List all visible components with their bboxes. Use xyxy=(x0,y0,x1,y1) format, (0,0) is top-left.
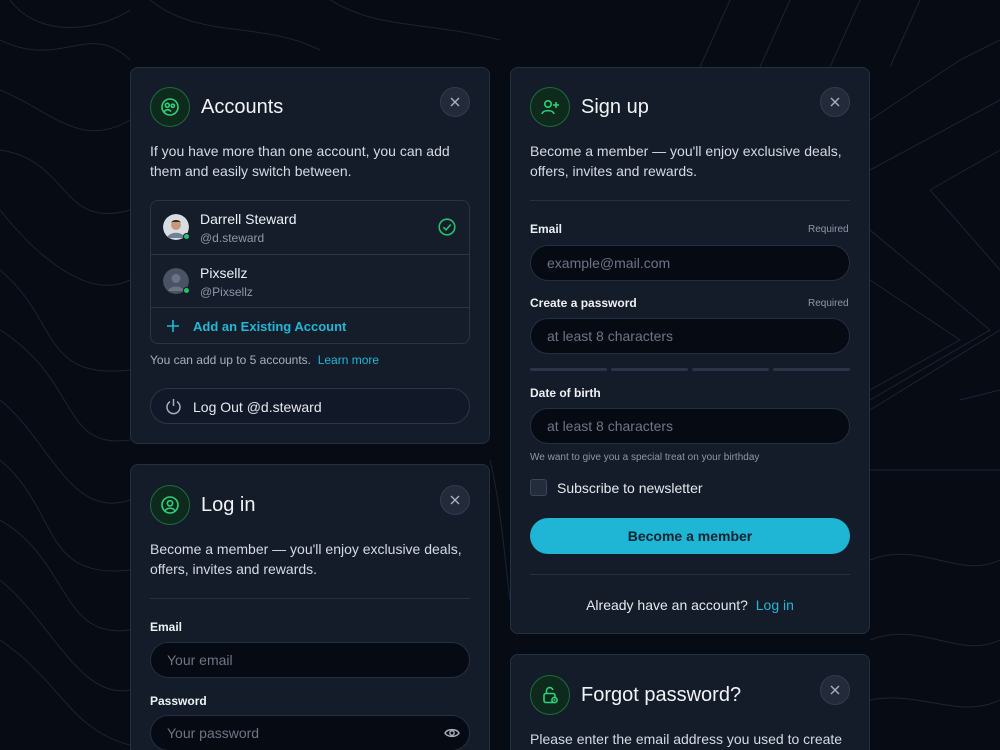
logout-button[interactable]: Log Out @d.steward xyxy=(150,388,470,424)
accounts-card: Accounts If you have more than one accou… xyxy=(130,67,490,444)
user-icon xyxy=(150,485,190,525)
online-status-dot xyxy=(183,233,190,240)
strength-segment xyxy=(611,368,688,371)
dob-hint: We want to give you a special treat on y… xyxy=(530,452,760,463)
divider xyxy=(530,574,850,575)
add-user-icon xyxy=(530,87,570,127)
newsletter-label: Subscribe to newsletter xyxy=(557,480,703,496)
login-description: Become a member — you'll enjoy exclusive… xyxy=(150,541,462,577)
email-label: Email xyxy=(530,222,563,236)
forgot-description: Please enter the email address you used … xyxy=(530,731,843,747)
email-input[interactable] xyxy=(150,642,470,678)
forgot-title: Forgot password? xyxy=(581,684,742,706)
submit-label: Become a member xyxy=(627,528,753,544)
accounts-title: Accounts xyxy=(201,96,284,118)
divider xyxy=(150,598,470,599)
password-label: Create a password xyxy=(530,296,637,310)
close-icon xyxy=(450,495,460,505)
close-button[interactable] xyxy=(440,485,470,515)
password-label: Password xyxy=(150,694,207,708)
divider xyxy=(530,200,850,201)
account-item[interactable]: Pixsellz @Pixsellz xyxy=(151,254,469,308)
password-input[interactable] xyxy=(150,715,470,750)
lock-icon xyxy=(530,675,570,715)
login-link[interactable]: Log in xyxy=(756,597,794,613)
login-card: Log in Become a member — you'll enjoy ex… xyxy=(130,464,490,750)
close-button[interactable] xyxy=(820,675,850,705)
signup-title: Sign up xyxy=(581,96,649,118)
power-icon xyxy=(166,399,181,415)
email-input[interactable] xyxy=(530,245,850,281)
account-handle: @d.steward xyxy=(200,231,265,245)
learn-more-link[interactable]: Learn more xyxy=(318,353,379,367)
accounts-description: If you have more than one account, you c… xyxy=(150,143,450,179)
logout-label: Log Out @d.steward xyxy=(193,399,322,415)
signup-card: Sign up Become a member — you'll enjoy e… xyxy=(510,67,870,634)
close-icon xyxy=(450,97,460,107)
close-button[interactable] xyxy=(440,87,470,117)
add-account-button[interactable]: Add an Existing Account xyxy=(151,307,469,344)
strength-segment xyxy=(530,368,607,371)
close-button[interactable] xyxy=(820,87,850,117)
dob-input[interactable] xyxy=(530,408,850,444)
required-indicator: Required xyxy=(808,224,849,235)
account-limit-note: You can add up to 5 accounts. Learn more xyxy=(150,353,380,367)
account-handle: @Pixsellz xyxy=(200,285,253,299)
login-title: Log in xyxy=(201,494,256,516)
email-label: Email xyxy=(150,620,183,634)
close-icon xyxy=(830,685,840,695)
online-status-dot xyxy=(183,287,190,294)
required-indicator: Required xyxy=(808,298,849,309)
close-icon xyxy=(830,97,840,107)
account-name: Darrell Steward xyxy=(200,211,297,227)
dob-label: Date of birth xyxy=(530,386,601,400)
signup-footer: Already have an account? Log in xyxy=(586,597,794,613)
strength-segment xyxy=(692,368,769,371)
newsletter-checkbox[interactable] xyxy=(530,479,547,496)
add-account-label: Add an Existing Account xyxy=(193,319,347,334)
strength-segment xyxy=(773,368,850,371)
check-circle-icon xyxy=(438,218,456,236)
account-list: Darrell Steward @d.steward Pixsellz @Pix… xyxy=(150,200,470,344)
account-switch-icon xyxy=(150,87,190,127)
become-member-button[interactable]: Become a member xyxy=(530,518,850,554)
forgot-password-card: Forgot password? Please enter the email … xyxy=(510,654,870,750)
plus-icon xyxy=(167,320,179,332)
account-item[interactable]: Darrell Steward @d.steward xyxy=(151,201,469,255)
eye-icon[interactable] xyxy=(444,726,460,740)
signup-description: Become a member — you'll enjoy exclusive… xyxy=(530,143,842,179)
account-name: Pixsellz xyxy=(200,265,248,281)
password-input[interactable] xyxy=(530,318,850,354)
